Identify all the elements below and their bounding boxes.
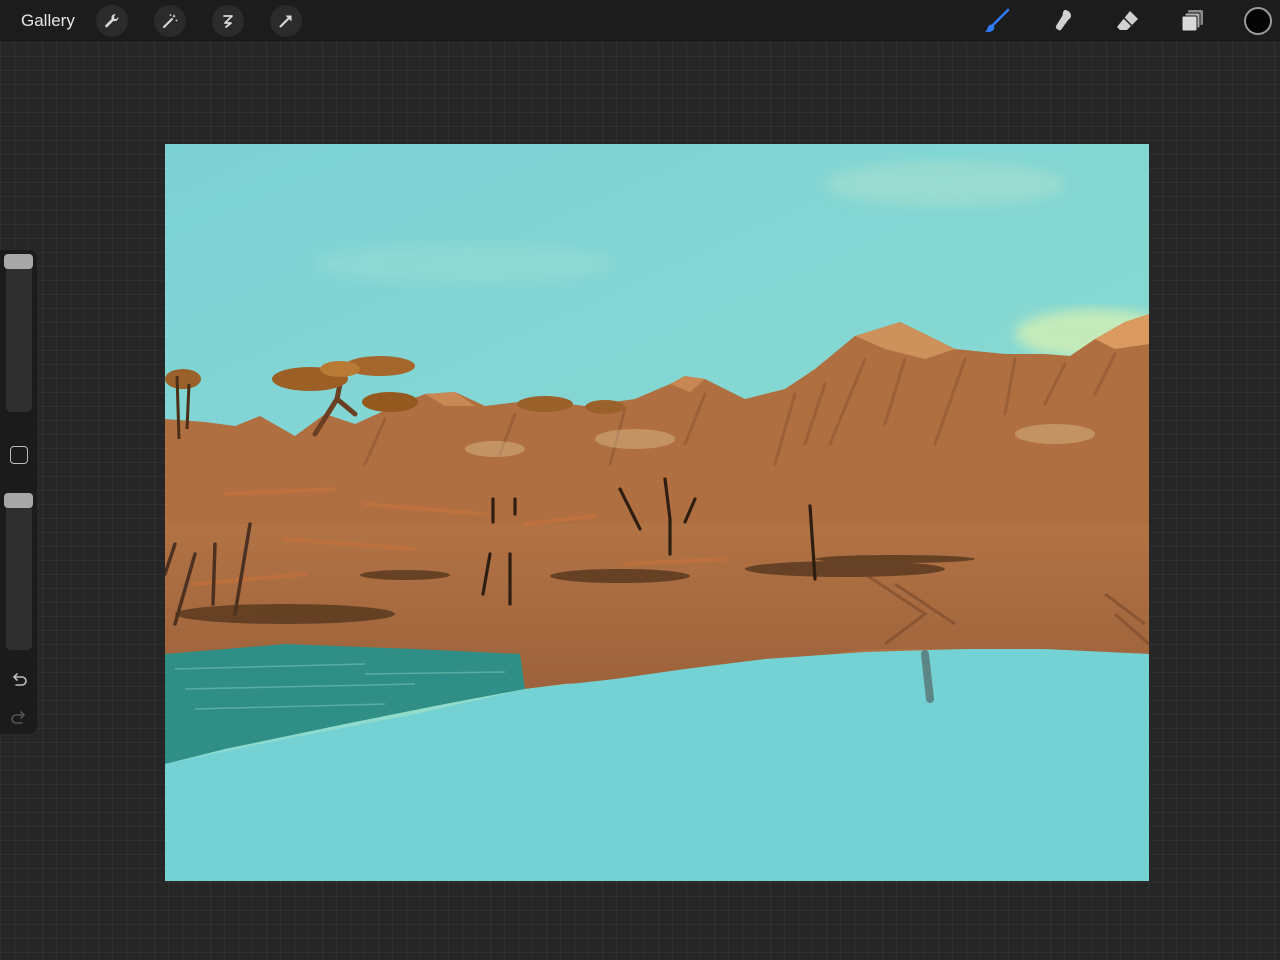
color-picker-button[interactable] <box>1244 7 1272 35</box>
redo-icon <box>11 711 25 724</box>
gallery-button[interactable]: Gallery <box>21 11 75 31</box>
layers-icon <box>1181 10 1203 32</box>
left-sidebar <box>0 250 37 734</box>
undo-button[interactable] <box>8 669 30 691</box>
smudge-icon <box>1055 9 1071 31</box>
wrench-icon <box>105 14 119 28</box>
modify-button[interactable] <box>10 446 28 464</box>
top-toolbar: Gallery <box>0 0 1280 42</box>
opacity-slider[interactable] <box>6 494 32 650</box>
transform-button[interactable] <box>270 5 302 37</box>
actions-button[interactable] <box>96 5 128 37</box>
opacity-slider-thumb[interactable] <box>4 493 33 508</box>
brush-icon <box>985 8 1010 32</box>
layers-button[interactable] <box>1177 5 1209 37</box>
smudge-tool-button[interactable] <box>1046 5 1078 37</box>
eraser-icon <box>1117 11 1138 30</box>
brush-tool-button[interactable] <box>981 5 1013 37</box>
transform-arrow-icon <box>279 15 292 28</box>
eraser-tool-button[interactable] <box>1112 5 1144 37</box>
brush-size-slider[interactable] <box>6 256 32 412</box>
selection-icon <box>223 15 233 28</box>
redo-button[interactable] <box>8 707 30 729</box>
drawing-canvas[interactable] <box>165 144 1149 881</box>
magic-wand-icon <box>163 14 178 28</box>
landscape-painting <box>165 144 1149 881</box>
selection-button[interactable] <box>212 5 244 37</box>
undo-icon <box>13 673 27 686</box>
brush-size-slider-thumb[interactable] <box>4 254 33 269</box>
adjustments-button[interactable] <box>154 5 186 37</box>
